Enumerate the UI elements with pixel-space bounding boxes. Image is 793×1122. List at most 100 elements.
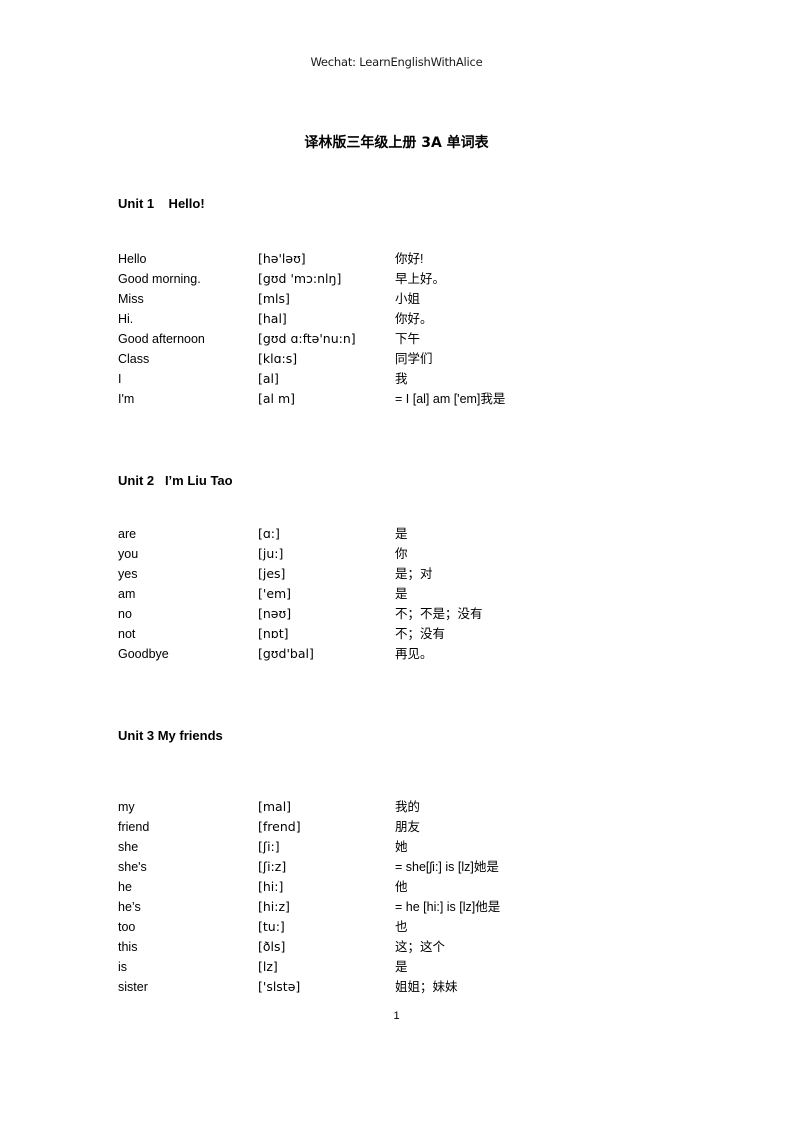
word-cell: friend — [118, 820, 150, 834]
meaning-cell: 朋友 — [395, 820, 421, 834]
meaning-cell: 下午 — [395, 332, 421, 346]
word-cell: too — [118, 920, 136, 934]
phonetic-cell: [klɑ:s] — [258, 351, 298, 366]
word-cell: no — [118, 607, 132, 621]
meaning-cell: 你好! — [395, 252, 424, 266]
table-row: Class [klɑ:s] 同学们 — [118, 349, 678, 369]
phonetic-cell: [frend] — [258, 819, 301, 834]
phonetic-cell: ['em] — [258, 586, 292, 601]
word-cell: are — [118, 527, 137, 541]
table-row: he [hi:] 他 — [118, 877, 678, 897]
word-cell: am — [118, 587, 136, 601]
word-cell: Hello — [118, 252, 147, 266]
meaning-cell: 我 — [395, 372, 408, 386]
unit-heading-1: Unit 1 Hello! — [118, 196, 205, 211]
meaning-cell: 你 — [395, 547, 408, 561]
table-row: my [mal] 我的 — [118, 797, 678, 817]
meaning-cell: 我的 — [395, 800, 421, 814]
word-cell: you — [118, 547, 139, 561]
phonetic-cell: [gʊd 'mɔ:nlŋ] — [258, 271, 342, 286]
phonetic-cell: [hi:] — [258, 879, 284, 894]
word-cell: Hi. — [118, 312, 134, 326]
meaning-cell: 小姐 — [395, 292, 421, 306]
word-list-content: Unit 1 Hello! Hello [hə'ləʊ] 你好! Good mo… — [118, 196, 678, 997]
phonetic-cell: [ðls] — [258, 939, 286, 954]
table-row: this [ðls] 这；这个 — [118, 937, 678, 957]
word-cell: I — [118, 372, 122, 386]
meaning-cell: 再见。 — [395, 647, 433, 661]
table-row: Hello [hə'ləʊ] 你好! — [118, 249, 678, 269]
phonetic-cell: [ɑ:] — [258, 526, 280, 541]
table-row: are [ɑ:] 是 — [118, 524, 678, 544]
phonetic-cell: [ʃi:] — [258, 839, 280, 854]
unit-section-2: Unit 2 I’m Liu Tao are [ɑ:] 是 you [ju:] … — [118, 473, 678, 664]
meaning-cell: 是；对 — [395, 567, 433, 581]
word-cell: sister — [118, 980, 148, 994]
word-cell: Good morning. — [118, 272, 201, 286]
table-row: Miss [mls] 小姐 — [118, 289, 678, 309]
word-cell: he — [118, 880, 132, 894]
phonetic-cell: [gʊd ɑ:ftə'nu:n] — [258, 331, 356, 346]
word-table-unit-1: Hello [hə'ləʊ] 你好! Good morning. [gʊd 'm… — [118, 249, 678, 409]
phonetic-cell: [tu:] — [258, 919, 285, 934]
phonetic-cell: [gʊd'bal] — [258, 646, 314, 661]
meaning-cell: 是 — [395, 527, 408, 541]
table-row: Goodbye [gʊd'bal] 再见。 — [118, 644, 678, 664]
meaning-cell: 不；不是；没有 — [395, 607, 483, 621]
table-row: Hi. [hal] 你好。 — [118, 309, 678, 329]
unit-section-3: Unit 3 My friends my [mal] 我的 friend [fr… — [118, 728, 678, 997]
meaning-cell: 是 — [395, 587, 408, 601]
table-row: I'm [al m] = I [al] am ['em]我是 — [118, 389, 678, 409]
word-cell: is — [118, 960, 128, 974]
meaning-cell: = she[ʃi:] is [lz]她是 — [395, 860, 499, 874]
word-table-body-unit-3: my [mal] 我的 friend [frend] 朋友 she [ʃi:] … — [118, 797, 678, 997]
word-cell: not — [118, 627, 136, 641]
meaning-cell: 同学们 — [395, 352, 433, 366]
word-cell: she — [118, 840, 139, 854]
table-row: friend [frend] 朋友 — [118, 817, 678, 837]
phonetic-cell: [nɒt] — [258, 626, 289, 641]
meaning-cell: 他 — [395, 880, 408, 894]
table-row: am ['em] 是 — [118, 584, 678, 604]
table-row: Good morning. [gʊd 'mɔ:nlŋ] 早上好。 — [118, 269, 678, 289]
word-cell: yes — [118, 567, 138, 581]
meaning-cell: 也 — [395, 920, 408, 934]
meaning-cell: = he [hi:] is [lz]他是 — [395, 900, 501, 914]
word-cell: he’s — [118, 900, 141, 914]
table-row: you [ju:] 你 — [118, 544, 678, 564]
word-cell: Miss — [118, 292, 144, 306]
table-row: she [ʃi:] 她 — [118, 837, 678, 857]
phonetic-cell: [ʃi:z] — [258, 859, 287, 874]
word-cell: Good afternoon — [118, 332, 205, 346]
table-row: is [lz] 是 — [118, 957, 678, 977]
word-cell: Goodbye — [118, 647, 169, 661]
meaning-cell: 早上好。 — [395, 272, 446, 286]
table-row: too [tu:] 也 — [118, 917, 678, 937]
phonetic-cell: [hə'ləʊ] — [258, 251, 306, 266]
table-row: sister ['slstə] 姐姐；妹妹 — [118, 977, 678, 997]
word-cell: Class — [118, 352, 150, 366]
unit-heading-2: Unit 2 I’m Liu Tao — [118, 473, 233, 488]
phonetic-cell: [hal] — [258, 311, 287, 326]
word-cell: I'm — [118, 392, 135, 406]
phonetic-cell: [al] — [258, 371, 279, 386]
word-cell: she's — [118, 860, 147, 874]
meaning-cell: 不；没有 — [395, 627, 446, 641]
phonetic-cell: [al m] — [258, 391, 296, 406]
meaning-cell: 你好。 — [395, 312, 433, 326]
table-row: yes [jes] 是；对 — [118, 564, 678, 584]
phonetic-cell: ['slstə] — [258, 979, 301, 994]
phonetic-cell: [mal] — [258, 799, 292, 814]
word-table-unit-2: are [ɑ:] 是 you [ju:] 你 yes [jes] 是；对 am … — [118, 524, 678, 664]
document-header-wechat: Wechat: LearnEnglishWithAlice — [310, 55, 483, 69]
page-title: 译林版三年级上册 3A 单词表 — [304, 135, 489, 151]
document-page: Wechat: LearnEnglishWithAlice 译林版三年级上册 3… — [0, 0, 793, 1122]
word-cell: this — [118, 940, 138, 954]
word-cell: my — [118, 800, 135, 814]
word-table-body-unit-1: Hello [hə'ləʊ] 你好! Good morning. [gʊd 'm… — [118, 249, 678, 409]
meaning-cell: 是 — [395, 960, 408, 974]
